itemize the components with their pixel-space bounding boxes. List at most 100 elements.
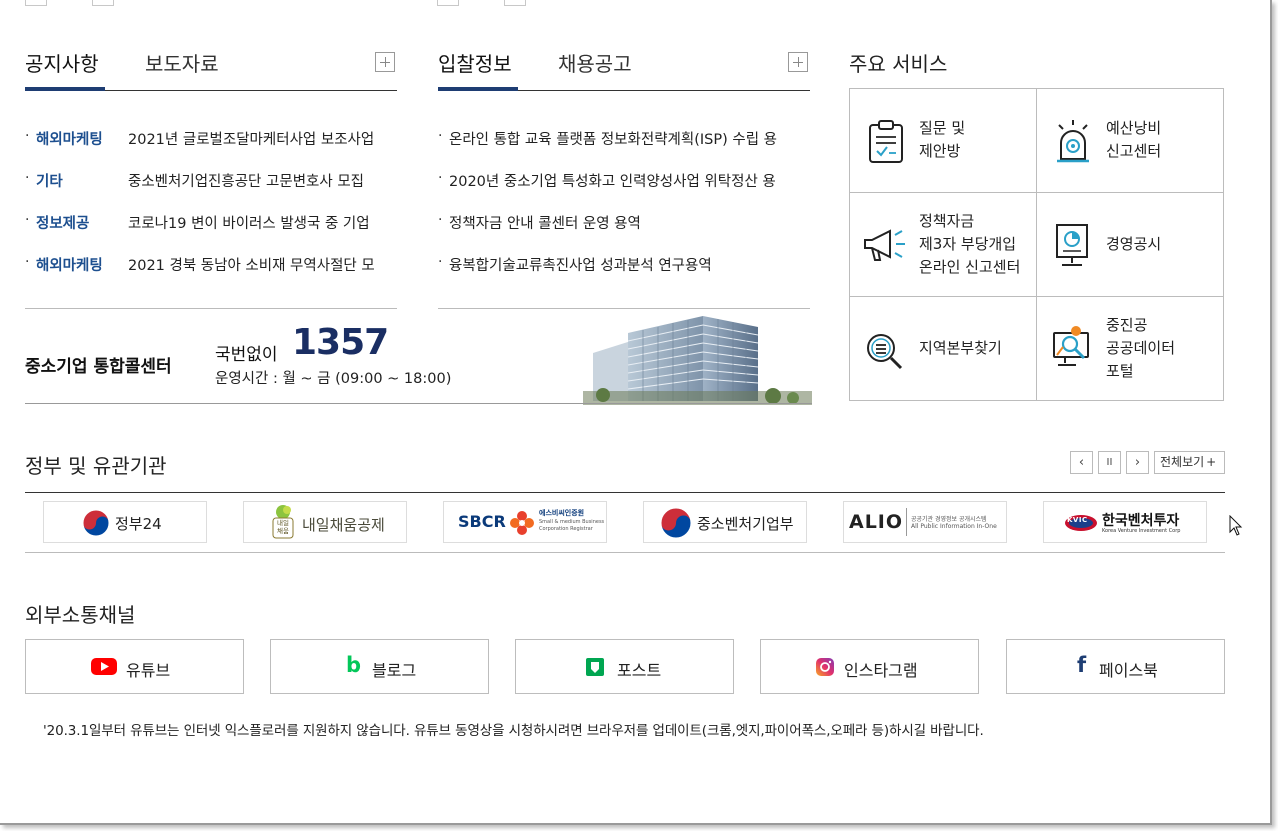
bullet: · <box>438 254 443 270</box>
channel-blog[interactable]: b 블로그 <box>270 639 489 694</box>
item-category: 해외마케팅 <box>36 258 103 274</box>
blog-icon: b <box>346 653 362 677</box>
service-open-data-portal[interactable]: 중진공 공공데이터 포털 <box>1037 297 1223 400</box>
tab-bid-info[interactable]: 입찰정보 <box>438 48 512 77</box>
tab-recruitment[interactable]: 채용공고 <box>558 48 632 77</box>
taegeuk-icon <box>82 509 110 537</box>
item-title[interactable]: 정책자금 안내 콜센터 운영 용역 <box>449 212 810 233</box>
divider <box>25 308 397 309</box>
service-label: 경영공시 <box>1106 235 1162 253</box>
tab-press[interactable]: 보도자료 <box>145 48 219 77</box>
item-title[interactable]: 2021년 글로벌조달마케터사업 보조사업 <box>128 128 396 149</box>
agency-mark: KVIC <box>1067 516 1088 524</box>
channel-youtube[interactable]: 유튜브 <box>25 639 244 694</box>
megaphone-icon <box>864 229 905 261</box>
item-title[interactable]: 온라인 통합 교육 플랫폼 정보화전략계획(ISP) 수립 용 <box>449 128 810 149</box>
list-item[interactable]: · 정책자금 안내 콜센터 운영 용역 <box>438 212 810 234</box>
youtube-browser-notice: '20.3.1일부터 유튜브는 인터넷 익스플로러를 지원하지 않습니다. 유튜… <box>43 723 984 739</box>
top-control-stub <box>25 0 47 6</box>
divider <box>25 552 1225 553</box>
agency-logo-mss[interactable]: 중소벤처기업부 <box>643 501 807 543</box>
list-item[interactable]: · 2020년 중소기업 특성화고 인력양성사업 위탁정산 용 <box>438 170 810 192</box>
agency-logo-alio[interactable]: ALIO 공공기관 경영정보 공개시스템 All Public Informat… <box>843 501 1007 543</box>
item-title[interactable]: 중소벤처기업진흥공단 고문변호사 모집 <box>128 170 396 191</box>
carousel-pause-button[interactable]: II <box>1098 451 1121 474</box>
item-category: 정보제공 <box>36 216 90 232</box>
view-all-label: 전체보기 <box>1160 455 1205 469</box>
service-regional-office[interactable]: 지역본부찾기 <box>850 297 1036 400</box>
agency-mark: 내일 채움 <box>277 519 289 535</box>
service-qna[interactable]: 질문 및 제안방 <box>850 89 1036 192</box>
alarm-light-icon <box>1057 120 1089 163</box>
carousel-prev-button[interactable]: ‹ <box>1070 451 1093 474</box>
bullet: · <box>25 170 30 186</box>
agency-name: 한국벤처투자 <box>1102 513 1180 529</box>
tab-active-indicator <box>438 87 518 91</box>
presentation-board-icon <box>1056 224 1088 266</box>
view-all-button[interactable]: 전체보기 + <box>1154 451 1225 474</box>
channel-label: 포스트 <box>617 661 662 680</box>
bullet: · <box>25 128 30 144</box>
facebook-icon: f <box>1077 653 1087 677</box>
plus-icon: + <box>1206 455 1217 469</box>
list-item[interactable]: · 융복합기술교류촉진사업 성과분석 연구용역 <box>438 254 810 276</box>
channel-label: 유튜브 <box>126 661 171 680</box>
agency-name: 정부24 <box>115 515 162 533</box>
post-icon <box>586 658 604 676</box>
mouse-cursor-icon <box>1229 515 1243 536</box>
service-label: 지역본부찾기 <box>919 339 1002 357</box>
item-title[interactable]: 2021 경북 동남아 소비재 무역사절단 모 <box>128 254 396 275</box>
channels-title: 외부소통채널 <box>25 603 136 627</box>
bullet: · <box>25 254 30 270</box>
item-title[interactable]: 2020년 중소기업 특성화고 인력양성사업 위탁정산 용 <box>449 170 810 191</box>
agency-logo-gov24[interactable]: 정부24 <box>43 501 207 543</box>
agency-logo-sbcr[interactable]: SBCR 에스비씨인증원 Small & medium Business Cor… <box>443 501 607 543</box>
list-item[interactable]: · 기타 중소벤처기업진흥공단 고문변호사 모집 <box>25 170 397 192</box>
list-item[interactable]: · 온라인 통합 교육 플랫폼 정보화전략계획(ISP) 수립 용 <box>438 128 810 150</box>
agency-logo-kvic[interactable]: KVIC 한국벤처투자 Korea Venture Investment Cor… <box>1043 501 1207 543</box>
channel-label: 인스타그램 <box>844 661 918 680</box>
agency-sub: 공공기관 경영정보 공개시스템 <box>911 516 987 523</box>
bid-more-button[interactable] <box>788 52 808 72</box>
agency-sub: 에스비씨인증원 <box>539 509 585 517</box>
agency-name: ALIO <box>849 511 904 533</box>
list-item[interactable]: · 해외마케팅 2021 경북 동남아 소비재 무역사절단 모 <box>25 254 397 276</box>
service-budget-waste[interactable]: 예산낭비 신고센터 <box>1037 89 1223 192</box>
divider <box>438 308 810 309</box>
channel-label: 페이스북 <box>1099 661 1158 680</box>
list-item[interactable]: · 정보제공 코로나19 변이 바이러스 발생국 중 기업 <box>25 212 397 234</box>
item-title[interactable]: 코로나19 변이 바이러스 발생국 중 기업 <box>128 212 396 233</box>
top-control-stub <box>504 0 526 6</box>
carousel-next-button[interactable]: › <box>1126 451 1149 474</box>
agency-sub: Small & medium Business <box>539 519 605 525</box>
channel-post[interactable]: 포스트 <box>515 639 734 694</box>
callcenter-number[interactable]: 1357 <box>292 322 389 363</box>
channel-facebook[interactable]: f 페이스북 <box>1006 639 1225 694</box>
service-label: 중진공 공공데이터 포털 <box>1106 316 1176 380</box>
callcenter-prefix: 국번없이 <box>215 345 278 365</box>
taegeuk-icon <box>660 507 692 539</box>
list-item[interactable]: · 해외마케팅 2021년 글로벌조달마케터사업 보조사업 <box>25 128 397 150</box>
instagram-icon <box>816 658 834 676</box>
notice-more-button[interactable] <box>375 52 395 72</box>
agency-name: 중소벤처기업부 <box>697 515 794 533</box>
bullet: · <box>438 170 443 186</box>
tab-notice[interactable]: 공지사항 <box>25 48 99 77</box>
tab-active-indicator <box>25 87 105 91</box>
callcenter-hours: 운영시간 : 월 ~ 금 (09:00 ~ 18:00) <box>215 371 452 387</box>
agency-sub: Korea Venture Investment Corp <box>1102 528 1181 534</box>
service-label: 정책자금 제3자 부당개입 온라인 신고센터 <box>919 212 1021 276</box>
service-label: 질문 및 제안방 <box>919 119 966 160</box>
channel-instagram[interactable]: 인스타그램 <box>760 639 979 694</box>
magnifier-list-icon <box>867 334 903 370</box>
logo-divider <box>906 508 907 536</box>
agency-name: SBCR <box>458 512 506 531</box>
service-management-disclosure[interactable]: 경영공시 <box>1037 193 1223 296</box>
item-title[interactable]: 융복합기술교류촉진사업 성과분석 연구용역 <box>449 254 810 275</box>
services-grid: 질문 및 제안방 예산낭비 신고센터 정책자금 제3자 부당개입 온라인 신고센… <box>849 88 1224 401</box>
service-policy-report[interactable]: 정책자금 제3자 부당개입 온라인 신고센터 <box>850 193 1036 296</box>
bullet: · <box>25 212 30 228</box>
flower-icon <box>510 511 534 535</box>
top-control-stub <box>437 0 459 6</box>
agency-logo-tomorrow-fund[interactable]: 내일 채움 내일채움공제 <box>243 501 407 543</box>
